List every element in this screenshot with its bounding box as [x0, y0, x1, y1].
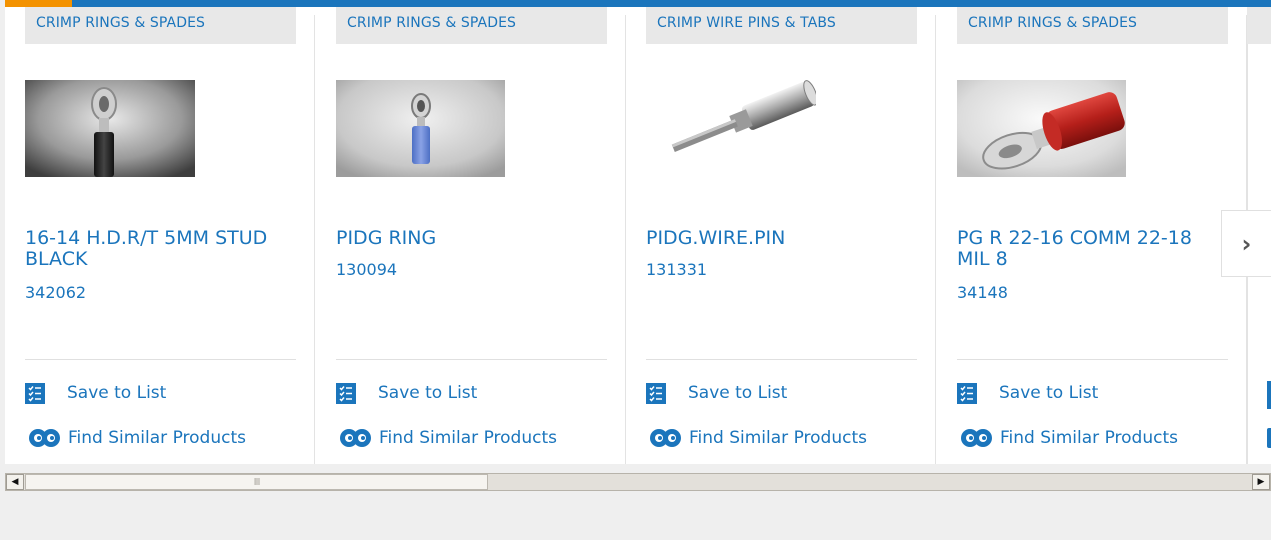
find-similar-label: Find Similar Products: [68, 428, 246, 448]
product-card: CRIMP RINGS & SPADES 16-14 H.D.R/T 5MM S…: [5, 7, 315, 464]
scrollbar-thumb[interactable]: III: [25, 474, 488, 490]
save-to-list-button[interactable]: Save to List: [25, 382, 166, 404]
horizontal-scrollbar[interactable]: ◀ III ▶: [5, 473, 1271, 491]
save-to-list-button[interactable]: Save to List: [336, 382, 477, 404]
category-label-partial: [1247, 7, 1271, 44]
divider: [25, 359, 296, 360]
find-similar-icon: [650, 429, 681, 447]
find-similar-button[interactable]: Find Similar Products: [336, 426, 557, 450]
find-similar-button[interactable]: Find Similar Products: [957, 426, 1178, 450]
find-similar-button[interactable]: Find Similar Products: [646, 426, 867, 450]
save-to-list-button[interactable]: Save to List: [957, 382, 1098, 404]
checklist-icon: [957, 382, 977, 404]
find-similar-icon: [961, 429, 992, 447]
divider: [336, 359, 607, 360]
checklist-icon[interactable]: [1267, 381, 1271, 409]
divider: [957, 359, 1228, 360]
arrow-left-icon: ◀: [11, 477, 19, 487]
product-image[interactable]: [957, 80, 1126, 177]
category-label[interactable]: CRIMP RINGS & SPADES: [25, 7, 296, 44]
part-number[interactable]: 130094: [336, 260, 397, 279]
checklist-icon: [25, 382, 45, 404]
save-to-list-label: Save to List: [688, 383, 788, 403]
checklist-icon: [336, 382, 356, 404]
find-similar-label: Find Similar Products: [379, 428, 557, 448]
chevron-right-icon: ›: [1241, 229, 1252, 258]
find-similar-icon[interactable]: [1267, 428, 1271, 448]
grip-icon: III: [253, 476, 261, 488]
product-card: CRIMP WIRE PINS & TABS PIDG.WIRE.PIN 131…: [626, 7, 936, 464]
save-to-list-label: Save to List: [378, 383, 478, 403]
carousel-next-button[interactable]: ›: [1221, 210, 1271, 277]
product-title[interactable]: PIDG.WIRE.PIN: [646, 228, 916, 249]
product-title[interactable]: PIDG RING: [336, 228, 606, 249]
find-similar-button[interactable]: Find Similar Products: [25, 426, 246, 450]
part-number[interactable]: 34148: [957, 283, 1008, 302]
save-to-list-label: Save to List: [67, 383, 167, 403]
find-similar-label: Find Similar Products: [1000, 428, 1178, 448]
find-similar-label: Find Similar Products: [689, 428, 867, 448]
product-image[interactable]: [336, 80, 505, 177]
card-divider: [935, 15, 936, 464]
save-to-list-label: Save to List: [999, 383, 1099, 403]
part-number[interactable]: 131331: [646, 260, 707, 279]
checklist-icon: [646, 382, 666, 404]
active-indicator: [5, 0, 72, 7]
arrow-right-icon: ▶: [1257, 477, 1265, 487]
scroll-left-button[interactable]: ◀: [6, 474, 24, 490]
product-title[interactable]: PG R 22-16 COMM 22-18 MIL 8: [957, 228, 1227, 270]
carousel-frame: CRIMP RINGS & SPADES 16-14 H.D.R/T 5MM S…: [0, 0, 1271, 540]
category-label[interactable]: CRIMP WIRE PINS & TABS: [646, 7, 917, 44]
part-number[interactable]: 342062: [25, 283, 86, 302]
product-image[interactable]: [25, 80, 195, 177]
product-card: CRIMP RINGS & SPADES PIDG RING 130094 Sa…: [316, 7, 626, 464]
product-carousel: CRIMP RINGS & SPADES 16-14 H.D.R/T 5MM S…: [5, 7, 1271, 464]
save-to-list-button[interactable]: Save to List: [646, 382, 787, 404]
page-background: [0, 492, 1271, 540]
divider: [646, 359, 917, 360]
find-similar-icon: [29, 429, 60, 447]
category-label[interactable]: CRIMP RINGS & SPADES: [957, 7, 1228, 44]
product-title[interactable]: 16-14 H.D.R/T 5MM STUD BLACK: [25, 228, 295, 270]
category-label[interactable]: CRIMP RINGS & SPADES: [336, 7, 607, 44]
card-divider: [314, 15, 315, 464]
product-image[interactable]: [646, 80, 816, 177]
scroll-right-button[interactable]: ▶: [1252, 474, 1270, 490]
find-similar-icon: [340, 429, 371, 447]
product-card: CRIMP RINGS & SPADES PG R 22-16 COMM 22-…: [937, 7, 1247, 464]
top-accent-bar: [5, 0, 1271, 7]
